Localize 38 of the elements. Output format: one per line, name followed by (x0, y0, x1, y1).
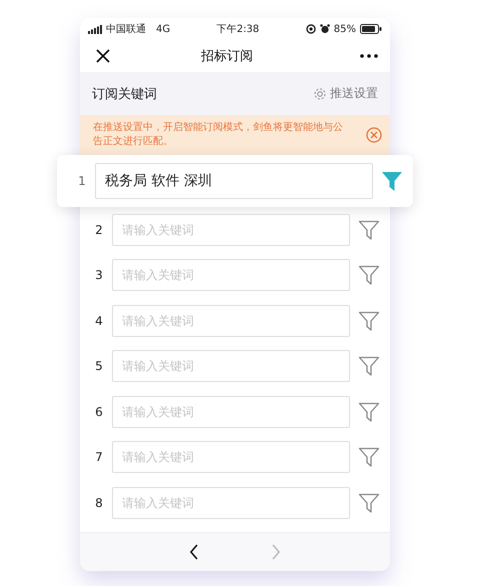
row-number: 8 (94, 496, 104, 510)
keyword-field[interactable]: 请输入关键词 (112, 304, 350, 337)
filter-icon[interactable] (358, 218, 380, 241)
keyword-field[interactable]: 请输入关键词 (112, 259, 350, 292)
keyword-field[interactable]: 请输入关键词 (112, 214, 350, 246)
keyword-field[interactable]: 请输入关键词 (112, 441, 350, 474)
filter-icon[interactable] (358, 400, 380, 423)
filter-icon[interactable] (358, 310, 380, 332)
close-icon[interactable] (96, 49, 110, 63)
push-settings-link[interactable]: 推送设置 (313, 85, 378, 102)
filter-icon[interactable] (358, 355, 380, 378)
row-number: 7 (94, 450, 104, 464)
page-title: 招标订阅 (201, 48, 253, 65)
notice-text: 在推送设置中，开启智能订阅模式，剑鱼将更智能地与公告正文进行匹配。 (93, 120, 344, 149)
keyword-field[interactable]: 税务局 软件 深圳 (95, 163, 373, 199)
carrier-name: 中国联通 (106, 22, 146, 36)
gear-icon (313, 86, 327, 100)
signal-icon (88, 24, 102, 34)
row-number: 5 (94, 359, 104, 374)
row-number: 4 (94, 314, 104, 328)
filter-icon[interactable] (381, 170, 403, 192)
network-type: 4G (156, 24, 170, 34)
back-chevron-icon[interactable] (189, 544, 199, 560)
keyword-field[interactable]: 请输入关键词 (112, 396, 350, 428)
battery-percent: 85% (334, 24, 356, 34)
section-title: 订阅关键词 (92, 86, 157, 102)
filter-icon[interactable] (358, 264, 380, 286)
row-number: 3 (94, 268, 104, 282)
keyword-field[interactable]: 请输入关键词 (112, 486, 350, 519)
battery-icon (360, 24, 382, 34)
filter-icon[interactable] (358, 446, 380, 468)
filter-icon[interactable] (358, 492, 380, 514)
keyword-field[interactable]: 请输入关键词 (112, 350, 350, 382)
more-icon[interactable] (360, 54, 378, 58)
row-number: 1 (77, 174, 87, 188)
row-number: 6 (94, 404, 104, 419)
row-number: 2 (94, 222, 104, 237)
clock-time: 下午2:38 (216, 23, 260, 36)
